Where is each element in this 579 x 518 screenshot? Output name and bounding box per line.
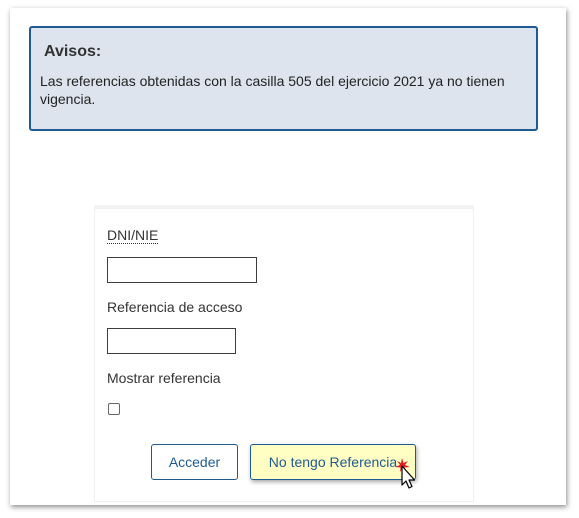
dni-input[interactable]: [107, 257, 257, 283]
show-reference-label: Mostrar referencia: [107, 370, 221, 386]
dni-label: DNI/NIE: [107, 227, 159, 244]
access-button[interactable]: Acceder: [151, 444, 238, 480]
no-reference-button[interactable]: No tengo Referencia: [250, 444, 416, 480]
mouse-pointer-icon: [395, 458, 416, 489]
page-frame: Avisos: Las referencias obtenidas con la…: [10, 8, 566, 505]
notice-text: Las referencias obtenidas con la casilla…: [40, 73, 505, 107]
reference-label: Referencia de acceso: [107, 299, 243, 315]
reference-input[interactable]: [107, 328, 236, 354]
show-reference-checkbox[interactable]: [108, 403, 120, 415]
notice-title: Avisos:: [44, 43, 102, 60]
notice-box: Avisos: Las referencias obtenidas con la…: [29, 26, 538, 131]
